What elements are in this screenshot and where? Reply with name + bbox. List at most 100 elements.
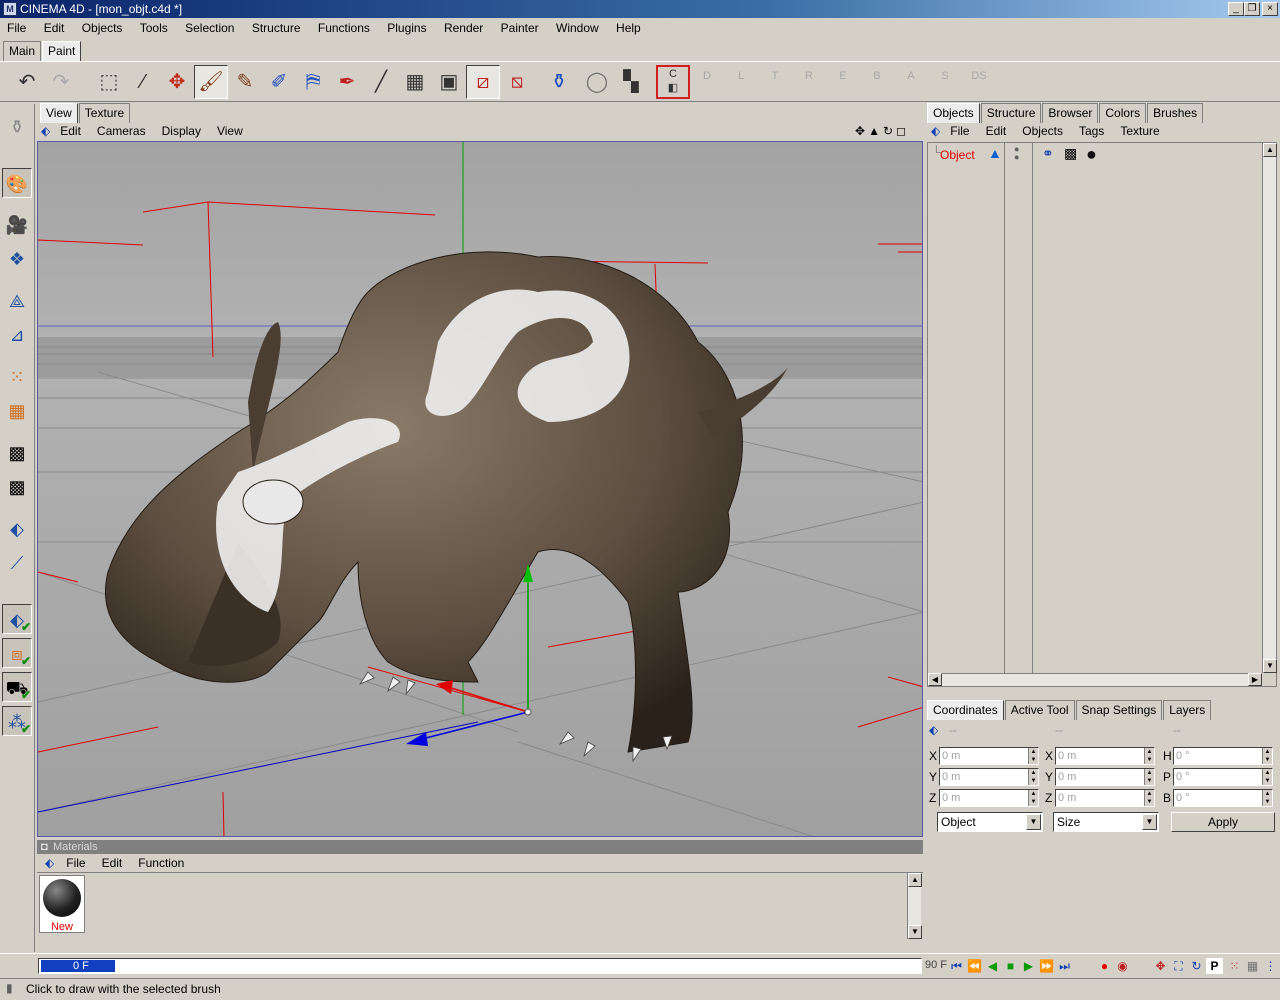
- scroll-up-icon[interactable]: ▲: [1263, 143, 1277, 157]
- channel-toggle-icon[interactable]: ▚: [614, 65, 648, 99]
- pin-icon[interactable]: ◘: [41, 840, 48, 854]
- objects-tool-icon[interactable]: ⚱: [2, 112, 32, 142]
- tab-view[interactable]: View: [40, 103, 78, 123]
- scroll-down-icon[interactable]: ▼: [1263, 659, 1277, 673]
- rot-b-field[interactable]: 0 ° ▲ ▼: [1173, 789, 1273, 807]
- timeline-current-frame[interactable]: 0 F: [41, 960, 115, 972]
- tab-colors[interactable]: Colors: [1099, 103, 1147, 123]
- chevron-down-icon[interactable]: ▼: [1142, 814, 1157, 830]
- fill-icon[interactable]: ⛿: [296, 65, 330, 99]
- enable-snap-icon[interactable]: ⧈ ✔: [2, 638, 32, 668]
- prev-frame-icon[interactable]: ◀: [984, 958, 1001, 974]
- axis-move-icon[interactable]: ⊿: [2, 320, 32, 350]
- redo-icon[interactable]: ↷: [44, 65, 78, 99]
- menu-tools[interactable]: Tools: [133, 18, 175, 38]
- spinner-icon[interactable]: ▲ ▼: [1028, 748, 1038, 764]
- smudge-brush-icon[interactable]: ✎: [228, 65, 262, 99]
- clone-brush-icon[interactable]: ✐: [262, 65, 296, 99]
- rot-p-field[interactable]: 0 ° ▲ ▼: [1173, 768, 1273, 786]
- pin-icon[interactable]: ⬖: [41, 854, 58, 872]
- mat-menu-function[interactable]: Function: [130, 854, 192, 872]
- tab-browser[interactable]: Browser: [1042, 103, 1099, 123]
- timeline-more-icon[interactable]: ⋮: [1262, 958, 1279, 974]
- goto-end-icon[interactable]: ⏭: [1056, 958, 1073, 974]
- tab-brushes[interactable]: Brushes: [1147, 103, 1204, 123]
- size-y-field[interactable]: 0 m ▲ ▼: [1055, 768, 1155, 786]
- enable-axis-icon[interactable]: ⬖ ✔: [2, 604, 32, 634]
- scroll-down-icon[interactable]: ▼: [908, 925, 922, 939]
- menu-functions[interactable]: Functions: [311, 18, 377, 38]
- obj-menu-texture[interactable]: Texture: [1112, 122, 1167, 140]
- spinner-icon[interactable]: ▲ ▼: [1144, 769, 1154, 785]
- spinner-icon[interactable]: ▲ ▼: [1262, 748, 1272, 764]
- object-name[interactable]: Object: [940, 148, 975, 162]
- object-row[interactable]: └ Object ▲ ● ● ⚭ ▩ ●: [932, 144, 1272, 165]
- key-position-icon[interactable]: ✥: [1152, 958, 1169, 974]
- spinner-icon[interactable]: ▲ ▼: [1262, 790, 1272, 806]
- menu-window[interactable]: Window: [549, 18, 606, 38]
- pin-icon[interactable]: ⬖: [37, 122, 52, 140]
- coord-size-select[interactable]: Size ▼: [1053, 812, 1159, 832]
- color-channel-icon[interactable]: C ◧: [656, 65, 690, 99]
- menu-plugins[interactable]: Plugins: [380, 18, 433, 38]
- tab-snap-settings[interactable]: Snap Settings: [1075, 700, 1163, 720]
- line-icon[interactable]: ╱: [364, 65, 398, 99]
- menu-file[interactable]: File: [0, 18, 33, 38]
- key-rotation-icon[interactable]: ↻: [1188, 958, 1205, 974]
- mat-menu-file[interactable]: File: [58, 854, 93, 872]
- objects-vscrollbar[interactable]: ▲ ▼: [1262, 143, 1277, 673]
- key-grid-icon[interactable]: ▦: [1244, 958, 1261, 974]
- projection-icon[interactable]: ⧄: [466, 65, 500, 99]
- restore-button[interactable]: ❐: [1244, 2, 1260, 16]
- tab-layers[interactable]: Layers: [1163, 700, 1212, 720]
- polygons-mode-icon[interactable]: ▦: [2, 396, 32, 426]
- camera-icon[interactable]: 🎥: [2, 210, 32, 240]
- bone-mode-icon[interactable]: ⟋: [2, 548, 32, 578]
- stop-icon[interactable]: ■: [1002, 958, 1019, 974]
- circle-mask-icon[interactable]: ◯: [580, 65, 614, 99]
- bake-icon[interactable]: ⧅: [500, 65, 534, 99]
- visibility-dots-icon[interactable]: ● ●: [1014, 145, 1019, 162]
- channel-a[interactable]: A: [894, 65, 928, 99]
- material-swatch[interactable]: New: [39, 875, 85, 933]
- goto-start-icon[interactable]: ⏮: [948, 958, 965, 974]
- menu-objects[interactable]: Objects: [75, 18, 130, 38]
- key-pla-icon[interactable]: ⁙: [1226, 958, 1243, 974]
- timeline-slider[interactable]: 0 F 90 F: [38, 958, 947, 974]
- magic-wand-icon[interactable]: ⁄: [126, 65, 160, 99]
- channel-s[interactable]: S: [928, 65, 962, 99]
- spinner-icon[interactable]: ▲ ▼: [1028, 769, 1038, 785]
- objects-hscrollbar[interactable]: ◀ ▶: [928, 673, 1262, 686]
- points-mode-icon[interactable]: ⁙: [2, 362, 32, 392]
- paint-brush-icon[interactable]: 🖌: [194, 65, 228, 99]
- texture-mode-icon[interactable]: ▩: [2, 438, 32, 468]
- size-z-field[interactable]: 0 m ▲ ▼: [1055, 789, 1155, 807]
- materials-scrollbar[interactable]: ▲ ▼: [907, 873, 922, 939]
- view-menu-cameras[interactable]: Cameras: [89, 122, 154, 140]
- viewport-nav-icons[interactable]: ✥▲↻◻: [847, 122, 917, 140]
- material-tag-icon[interactable]: ●: [1086, 144, 1097, 165]
- menu-help[interactable]: Help: [609, 18, 648, 38]
- coord-mode-select[interactable]: Object ▼: [937, 812, 1043, 832]
- channel-l[interactable]: L: [724, 65, 758, 99]
- tab-structure[interactable]: Structure: [980, 103, 1042, 123]
- view-menu-view[interactable]: View: [209, 122, 251, 140]
- obj-menu-objects[interactable]: Objects: [1014, 122, 1071, 140]
- paint-mode-icon[interactable]: 🎨: [2, 168, 32, 198]
- prev-key-icon[interactable]: ⏪: [966, 958, 983, 974]
- mat-menu-edit[interactable]: Edit: [94, 854, 131, 872]
- minimize-button[interactable]: _: [1228, 2, 1244, 16]
- chevron-down-icon[interactable]: ▼: [1026, 814, 1041, 830]
- obj-menu-tags[interactable]: Tags: [1071, 122, 1112, 140]
- size-x-field[interactable]: 0 m ▲ ▼: [1055, 747, 1155, 765]
- autokey-icon[interactable]: ◉: [1114, 958, 1131, 974]
- view-menu-display[interactable]: Display: [154, 122, 209, 140]
- channel-r[interactable]: R: [792, 65, 826, 99]
- key-param-icon[interactable]: P: [1206, 958, 1223, 974]
- checker-texture-icon[interactable]: ▦: [398, 65, 432, 99]
- tab-objects[interactable]: Objects: [927, 103, 980, 123]
- texture-tag-icon[interactable]: ▩: [1064, 145, 1077, 162]
- pos-y-field[interactable]: 0 m ▲ ▼: [939, 768, 1039, 786]
- tab-paint[interactable]: Paint: [42, 41, 82, 61]
- tab-coordinates[interactable]: Coordinates: [927, 700, 1004, 720]
